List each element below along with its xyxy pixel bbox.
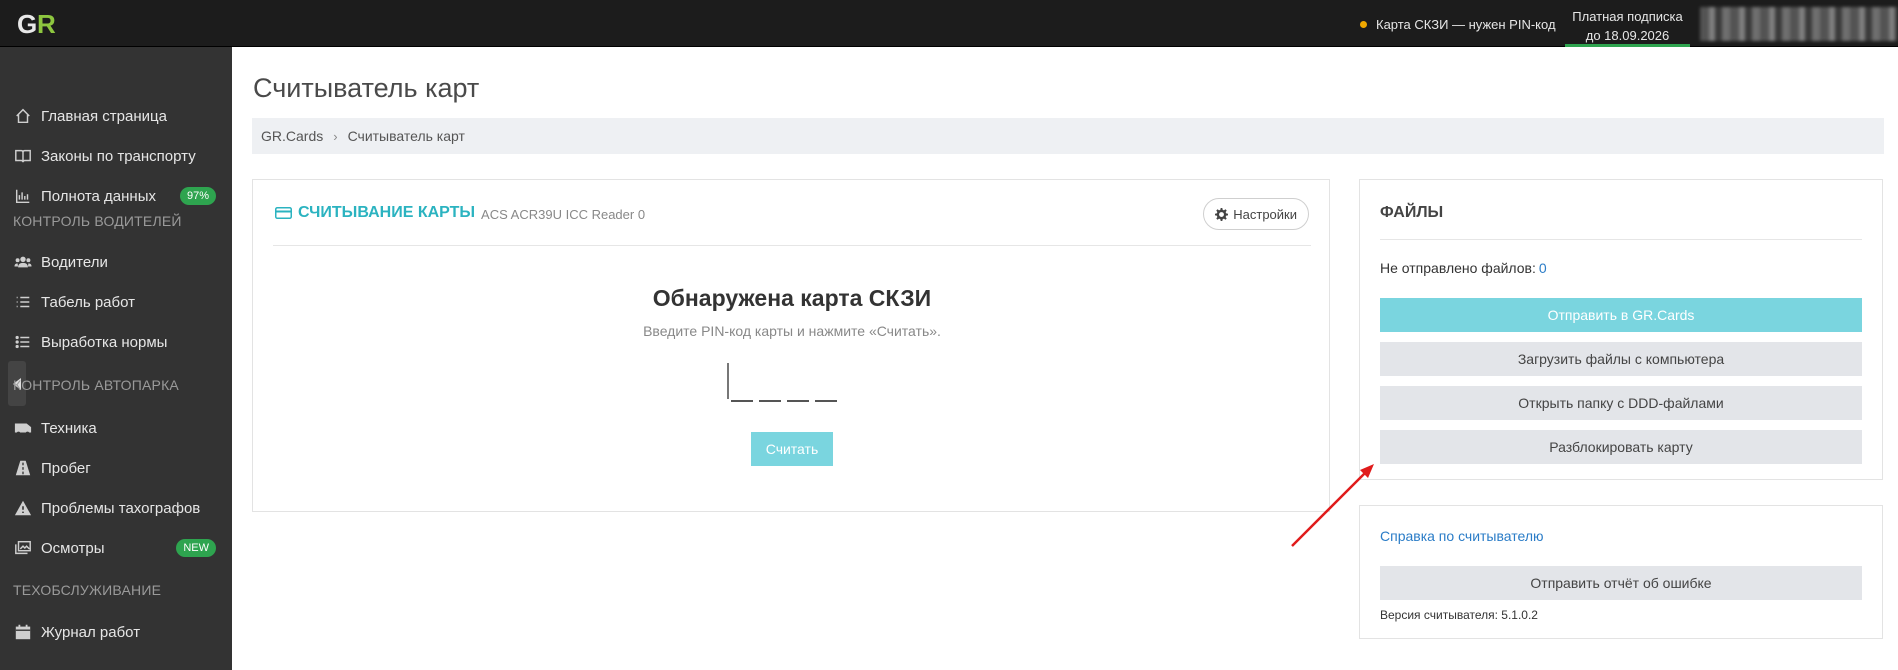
subscription-info[interactable]: Платная подписка до 18.09.2026 xyxy=(1565,0,1690,47)
card-reading-panel: Считывание карты ACS ACR39U ICC Reader 0… xyxy=(252,179,1330,512)
unsent-files-info: Не отправлено файлов: 0 xyxy=(1380,260,1547,276)
unsent-files-label: Не отправлено файлов: xyxy=(1380,260,1536,276)
unlock-card-button[interactable]: Разблокировать карту xyxy=(1380,430,1862,464)
sidebar-item-label: Проблемы тахографов xyxy=(41,499,201,517)
pin-digit-1[interactable] xyxy=(731,374,753,402)
send-to-grcards-button[interactable]: Отправить в GR.Cards xyxy=(1380,298,1862,332)
sidebar-item-label: Водители xyxy=(41,253,108,271)
sidebar-item-label: Пробег xyxy=(41,459,91,477)
home-icon xyxy=(13,106,33,126)
gr-logo[interactable]: G R xyxy=(17,9,65,39)
reader-help-link[interactable]: Справка по считывателю xyxy=(1380,528,1544,544)
divider xyxy=(273,245,1311,246)
page-title: Считыватель карт xyxy=(253,73,480,103)
detected-card-title: Обнаружена карта СКЗИ xyxy=(652,285,932,311)
user-menu-redacted[interactable] xyxy=(1700,7,1898,41)
chevron-right-icon: › xyxy=(333,128,338,144)
road-icon xyxy=(13,458,33,478)
sidebar-item-label: Техника xyxy=(41,419,97,437)
list-icon xyxy=(13,292,33,312)
sidebar-item-drivers[interactable]: Водители xyxy=(0,242,232,282)
open-ddd-folder-button[interactable]: Открыть папку с DDD-файлами xyxy=(1380,386,1862,420)
pin-input[interactable] xyxy=(731,362,859,402)
subscription-line2: до 18.09.2026 xyxy=(1585,28,1670,43)
card-reading-header: Считывание карты ACS ACR39U ICC Reader 0 xyxy=(275,204,645,222)
card-status-text: Карта СКЗИ — нужен PIN-код xyxy=(1376,17,1556,32)
pin-digit-4[interactable] xyxy=(815,374,837,402)
sidebar-item-mileage[interactable]: Пробег xyxy=(0,448,232,488)
sidebar-item-label: Выработка нормы xyxy=(41,333,168,351)
sidebar-item-label: Осмотры xyxy=(41,539,105,557)
sidebar-item-timesheet[interactable]: Табель работ xyxy=(0,282,232,322)
pin-digit-3[interactable] xyxy=(787,374,809,402)
chart-icon xyxy=(13,186,33,206)
new-badge: NEW xyxy=(176,539,216,557)
send-error-report-button[interactable]: Отправить отчёт об ошибке xyxy=(1380,566,1862,600)
section-maintenance: Техобслуживание xyxy=(13,582,162,598)
status-dot-icon xyxy=(1360,21,1367,28)
upload-files-button[interactable]: Загрузить файлы с компьютера xyxy=(1380,342,1862,376)
calendar-icon xyxy=(13,622,33,642)
sidebar-item-norm-output[interactable]: Выработка нормы xyxy=(0,322,232,362)
svg-text:G: G xyxy=(17,9,37,39)
sidebar-item-tachograph-problems[interactable]: Проблемы тахографов xyxy=(0,488,232,528)
pin-hint: Введите PIN-код карты и нажмите «Считать… xyxy=(643,323,941,339)
sidebar-item-inspections[interactable]: Осмотры NEW xyxy=(0,528,232,568)
reader-version: Версия считывателя: 5.1.0.2 xyxy=(1380,608,1538,622)
section-drivers: Контроль водителей xyxy=(13,213,182,229)
photos-icon xyxy=(13,538,33,558)
sidebar-item-data-completeness[interactable]: Полнота данных 97% xyxy=(0,176,232,216)
completeness-badge: 97% xyxy=(179,187,216,205)
book-icon xyxy=(13,146,33,166)
sidebar-item-home[interactable]: Главная страница xyxy=(0,96,232,136)
breadcrumb: GR.Cards › Считыватель карт xyxy=(252,118,1884,154)
sidebar-item-label: Законы по транспорту xyxy=(41,147,196,165)
list-dots-icon xyxy=(13,332,33,352)
sidebar-item-label: Главная страница xyxy=(41,107,167,125)
read-button[interactable]: Считать xyxy=(751,432,833,466)
reader-help-panel: Справка по считывателю Отправить отчёт о… xyxy=(1359,505,1883,639)
section-fleet: Контроль автопарка xyxy=(13,377,179,393)
gear-icon xyxy=(1215,207,1229,221)
warning-icon xyxy=(13,498,33,518)
settings-button[interactable]: Настройки xyxy=(1203,198,1309,230)
bus-icon xyxy=(13,418,33,438)
sidebar: Главная страница Законы по транспорту По… xyxy=(0,47,232,670)
sidebar-item-vehicles[interactable]: Техника xyxy=(0,408,232,448)
breadcrumb-current: Считыватель карт xyxy=(347,128,465,144)
settings-label: Настройки xyxy=(1233,206,1297,222)
reader-device-name: ACS ACR39U ICC Reader 0 xyxy=(481,206,646,222)
card-reading-title: Считывание карты xyxy=(298,204,476,221)
sidebar-item-label: Журнал работ xyxy=(41,623,141,641)
sidebar-item-label: Полнота данных xyxy=(41,187,156,205)
annotation-arrow-icon xyxy=(1291,464,1374,547)
pin-digit-2[interactable] xyxy=(759,374,781,402)
unsent-files-count[interactable]: 0 xyxy=(1539,260,1547,276)
breadcrumb-link-grcards[interactable]: GR.Cards xyxy=(261,128,323,144)
sidebar-item-work-log[interactable]: Журнал работ xyxy=(0,612,232,652)
subscription-line1: Платная подписка xyxy=(1572,9,1683,24)
sidebar-item-label: Табель работ xyxy=(41,293,135,311)
divider xyxy=(1380,239,1862,240)
svg-text:R: R xyxy=(37,9,56,39)
sidebar-item-laws[interactable]: Законы по транспорту xyxy=(0,136,232,176)
card-status-indicator[interactable]: Карта СКЗИ — нужен PIN-код xyxy=(1360,17,1556,32)
pin-text-cursor xyxy=(727,363,729,399)
top-bar: G R Карта СКЗИ — нужен PIN-код Платная п… xyxy=(0,0,1898,47)
files-panel: Файлы Не отправлено файлов: 0 Отправить в… xyxy=(1359,179,1883,480)
files-title: Файлы xyxy=(1380,204,1444,221)
users-icon xyxy=(13,252,33,272)
credit-card-icon xyxy=(275,207,292,219)
